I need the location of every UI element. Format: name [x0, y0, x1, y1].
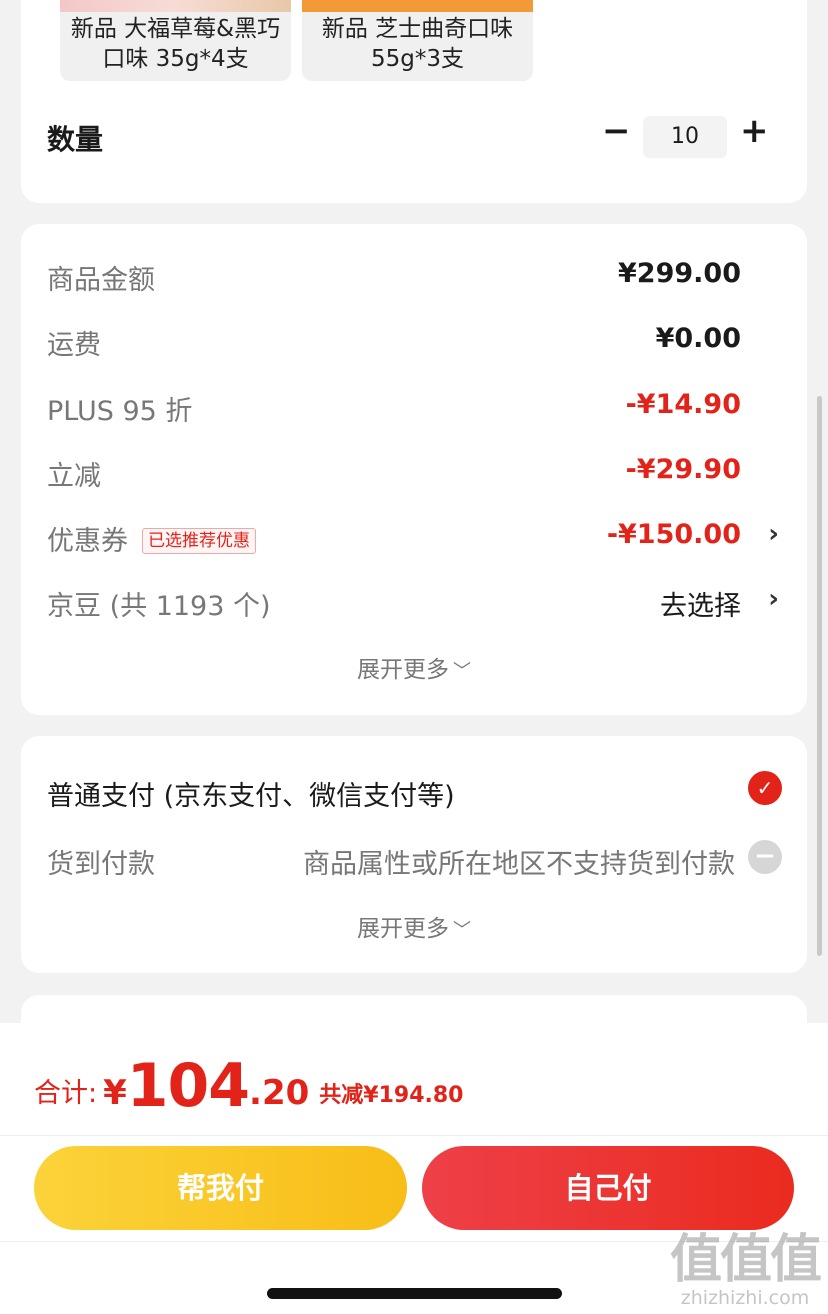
- checkmark-selected-icon[interactable]: ✓: [748, 771, 782, 805]
- coupon-value: -¥150.00: [606, 519, 741, 550]
- product-name: 新品 大福草莓&黑巧口味 35g*4支: [70, 16, 281, 72]
- order-total: 合计: ¥104.20 共减¥194.80: [34, 1051, 463, 1121]
- watermark-logo: 值值值 zhizhizhi.com: [669, 1230, 822, 1309]
- product-thumbnail: [60, 0, 291, 12]
- home-indicator[interactable]: [267, 1288, 562, 1299]
- plus-discount-row: PLUS 95 折 -¥14.90: [21, 381, 807, 431]
- total-currency: ¥: [103, 1073, 127, 1113]
- normal-payment-option[interactable]: 普通支付 (京东支付、微信支付等): [47, 774, 455, 813]
- product-quantity-card: 新品 大福草莓&黑巧口味 35g*4支 新品 芝士曲奇口味 55g*3支 数量 …: [21, 0, 807, 203]
- goods-amount-label: 商品金额: [47, 265, 155, 296]
- coupon-label: 优惠券: [47, 526, 128, 557]
- scrollbar[interactable]: [817, 396, 822, 956]
- total-decimal: .20: [249, 1073, 310, 1113]
- product-tile[interactable]: 新品 芝士曲奇口味 55g*3支: [302, 0, 533, 81]
- coupon-row[interactable]: 优惠券 已选推荐优惠 -¥150.00 ›: [21, 511, 807, 561]
- payment-method-card: 普通支付 (京东支付、微信支付等) ✓ 货到付款 商品属性或所在地区不支持货到付…: [21, 736, 807, 973]
- quantity-increase-button[interactable]: +: [740, 111, 769, 151]
- divider: [0, 1135, 828, 1136]
- cod-payment-option: 货到付款: [47, 849, 155, 880]
- disabled-radio-icon: −: [748, 840, 782, 874]
- goods-amount-row: 商品金额 ¥299.00: [21, 250, 807, 300]
- quantity-label: 数量: [47, 123, 104, 156]
- payment-expand-more-button[interactable]: 展开更多 ﹀: [21, 909, 807, 943]
- jingdou-select-link[interactable]: 去选择: [660, 584, 741, 623]
- chevron-down-icon: ﹀: [453, 920, 471, 941]
- shipping-value: ¥0.00: [655, 323, 741, 354]
- total-saved: 共减¥194.80: [319, 1083, 464, 1108]
- help-me-pay-button[interactable]: 帮我付: [34, 1146, 407, 1230]
- pay-myself-button[interactable]: 自己付: [422, 1146, 794, 1230]
- jingdou-label: 京豆 (共 1193 个): [47, 591, 271, 622]
- chevron-right-icon: ›: [768, 584, 779, 614]
- goods-amount-value: ¥299.00: [618, 258, 741, 289]
- product-thumbnail: [302, 0, 533, 12]
- plus-discount-value: -¥14.90: [625, 389, 741, 420]
- watermark-url: zhizhizhi.com: [680, 1287, 810, 1309]
- shipping-label: 运费: [47, 330, 101, 361]
- expand-more-label: 展开更多: [357, 657, 449, 683]
- chevron-right-icon: ›: [768, 519, 779, 549]
- instant-discount-row: 立减 -¥29.90: [21, 446, 807, 496]
- watermark-text: 值值值: [669, 1230, 822, 1290]
- total-integer: 104: [126, 1051, 250, 1121]
- instant-discount-label: 立减: [47, 461, 101, 492]
- quantity-input[interactable]: 10: [643, 116, 727, 158]
- jingdou-row[interactable]: 京豆 (共 1193 个) 去选择 ›: [21, 576, 807, 626]
- coupon-label-wrap: 优惠券 已选推荐优惠: [47, 519, 256, 558]
- plus-discount-label: PLUS 95 折: [47, 396, 193, 427]
- shipping-row: 运费 ¥0.00: [21, 315, 807, 365]
- product-tile[interactable]: 新品 大福草莓&黑巧口味 35g*4支: [60, 0, 291, 81]
- coupon-recommended-badge: 已选推荐优惠: [142, 528, 256, 554]
- total-label: 合计:: [34, 1078, 98, 1109]
- instant-discount-value: -¥29.90: [625, 454, 741, 485]
- chevron-down-icon: ﹀: [453, 661, 471, 682]
- checkout-bar: 合计: ¥104.20 共减¥194.80 帮我付 自己付 值值值 zhizhizh…: [0, 1023, 828, 1314]
- price-breakdown-card: 商品金额 ¥299.00 运费 ¥0.00 PLUS 95 折 -¥14.90 …: [21, 224, 807, 715]
- quantity-decrease-button[interactable]: −: [602, 111, 631, 151]
- expand-more-label: 展开更多: [357, 916, 449, 942]
- price-expand-more-button[interactable]: 展开更多 ﹀: [21, 650, 807, 684]
- cod-unavailable-note: 商品属性或所在地区不支持货到付款: [303, 849, 735, 880]
- product-name: 新品 芝士曲奇口味 55g*3支: [321, 16, 514, 72]
